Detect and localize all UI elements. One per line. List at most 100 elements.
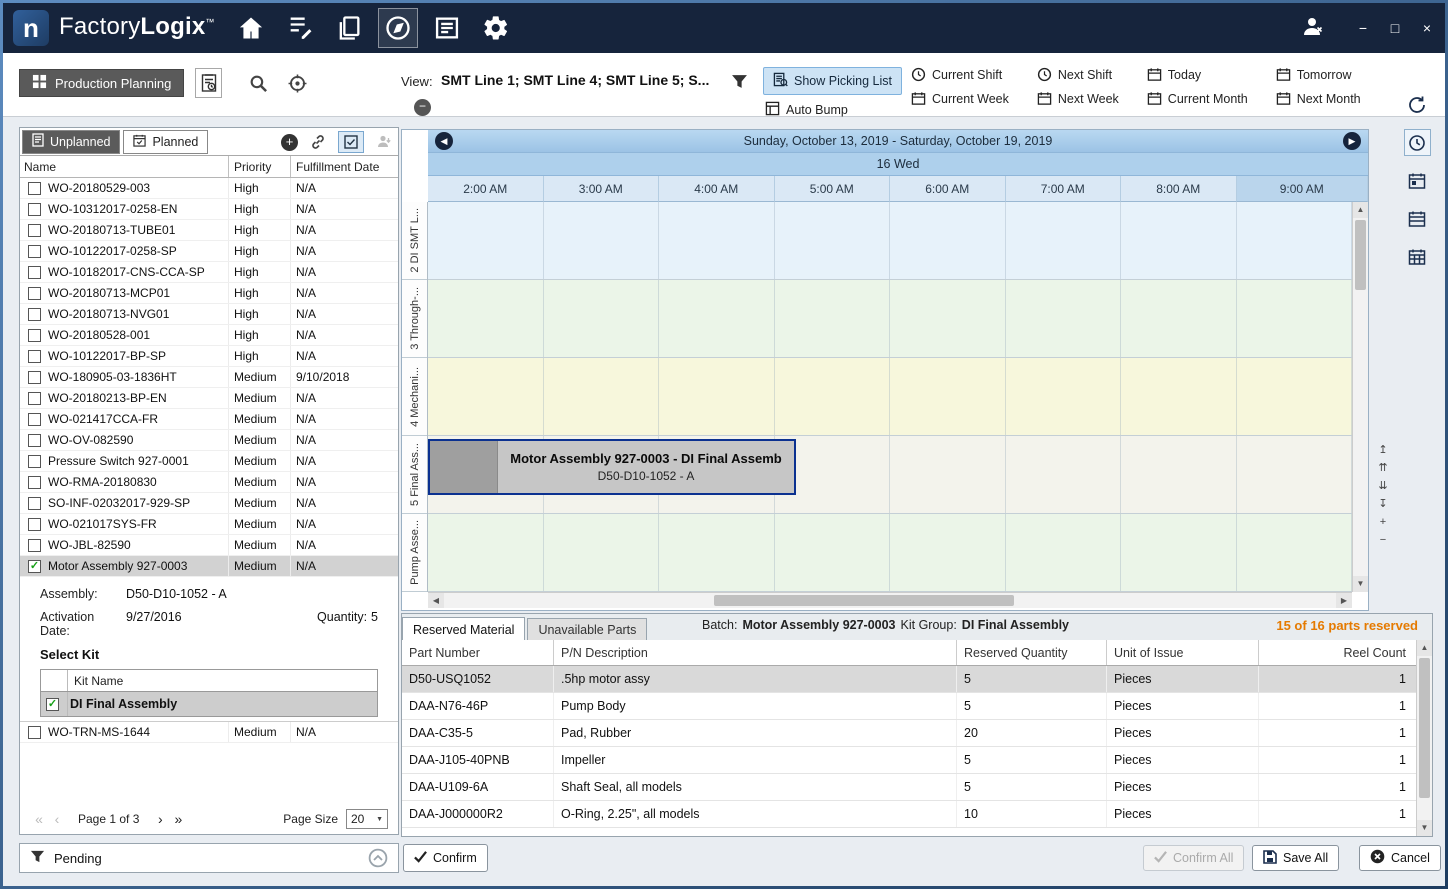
nav-documents-button[interactable] [329, 8, 369, 48]
workorder-row[interactable]: WO-RMA-20180830MediumN/A [20, 472, 398, 493]
range-button-tomorrow[interactable]: Tomorrow [1276, 67, 1361, 82]
range-button-next-shift[interactable]: Next Shift [1037, 67, 1119, 82]
confirm-button[interactable]: Confirm [403, 844, 488, 872]
add-work-order-button[interactable]: + [281, 134, 298, 151]
column-header-description[interactable]: P/N Description [554, 640, 957, 665]
minimize-button[interactable]: − [1355, 20, 1371, 36]
workorder-row[interactable]: Pressure Switch 927-0001MediumN/A [20, 451, 398, 472]
scheduler-cell[interactable] [1121, 280, 1237, 357]
workorder-row[interactable]: WO-20180713-NVG01HighN/A [20, 304, 398, 325]
workorder-row[interactable]: WO-OV-082590MediumN/A [20, 430, 398, 451]
tab-reserved-material[interactable]: Reserved Material [402, 617, 525, 640]
range-button-next-week[interactable]: Next Week [1037, 91, 1119, 106]
workorder-row[interactable]: WO-021417CCA-FRMediumN/A [20, 409, 398, 430]
workorder-checkbox[interactable] [28, 413, 41, 426]
range-button-current-shift[interactable]: Current Shift [911, 67, 1009, 82]
column-header-fulfillment-date[interactable]: Fulfillment Date [290, 156, 398, 177]
cancel-button[interactable]: Cancel [1359, 845, 1441, 871]
nav-reports-button[interactable] [427, 8, 467, 48]
workorder-checkbox[interactable]: ✓ [28, 560, 41, 573]
scheduler-cell[interactable] [544, 358, 660, 435]
column-header-reserved-quantity[interactable]: Reserved Quantity [957, 640, 1107, 665]
planning-board-button[interactable] [195, 68, 222, 98]
scheduler-cell[interactable] [775, 280, 891, 357]
scroll-up-button[interactable]: ▲ [1417, 640, 1432, 656]
workorder-checkbox[interactable] [28, 371, 41, 384]
workorder-checkbox[interactable] [28, 539, 41, 552]
scheduler-cell[interactable] [890, 436, 1006, 513]
workorder-checkbox[interactable] [28, 350, 41, 363]
workorder-row[interactable]: WO-10182017-CNS-CCA-SPHighN/A [20, 262, 398, 283]
workorder-checkbox[interactable] [28, 308, 41, 321]
week-view-button[interactable] [1404, 205, 1431, 232]
kit-row[interactable]: ✓DI Final Assembly [41, 692, 377, 716]
range-button-current-week[interactable]: Current Week [911, 91, 1009, 106]
workorder-checkbox[interactable] [28, 455, 41, 468]
workorder-checkbox[interactable] [28, 392, 41, 405]
scheduler-cell[interactable] [659, 514, 775, 591]
scheduler-cell[interactable] [1121, 202, 1237, 279]
workorder-checkbox[interactable] [28, 266, 41, 279]
confirm-all-button[interactable]: Confirm All [1143, 845, 1244, 871]
zoom-out-icon[interactable]: − [1380, 533, 1386, 548]
workorder-row[interactable]: WO-180905-03-1836HTMedium9/10/2018 [20, 367, 398, 388]
scroll-left-button[interactable]: ◀ [428, 593, 444, 608]
workorder-row[interactable]: WO-20180713-MCP01HighN/A [20, 283, 398, 304]
scheduler-cell[interactable] [544, 514, 660, 591]
view-filter-icon[interactable] [731, 73, 748, 95]
multi-select-button[interactable] [338, 131, 364, 153]
user-logoff-icon[interactable] [1301, 14, 1325, 43]
scheduler-cell[interactable] [775, 514, 891, 591]
parts-vertical-scrollbar[interactable]: ▲ ▼ [1416, 640, 1432, 836]
month-view-button[interactable] [1404, 243, 1431, 270]
scheduler-cell[interactable] [1237, 514, 1353, 591]
scroll-right-button[interactable]: ▶ [1336, 593, 1352, 608]
workorder-row[interactable]: WO-JBL-82590MediumN/A [20, 535, 398, 556]
range-button-current-month[interactable]: Current Month [1147, 91, 1248, 106]
previous-week-button[interactable]: ◀ [435, 132, 453, 150]
collapse-view-button[interactable]: − [414, 99, 431, 116]
workorder-checkbox[interactable] [28, 287, 41, 300]
part-row[interactable]: DAA-J000000R2O-Ring, 2.25", all models10… [402, 801, 1432, 828]
scheduler-cell[interactable] [775, 358, 891, 435]
next-page-button[interactable]: › [151, 811, 169, 827]
scheduler-cell[interactable] [1006, 514, 1122, 591]
scheduler-cell[interactable] [1006, 202, 1122, 279]
last-page-button[interactable]: » [169, 811, 187, 827]
part-row[interactable]: DAA-U109-6AShaft Seal, all models5Pieces… [402, 774, 1432, 801]
part-row[interactable]: DAA-N76-46PPump Body5Pieces1 [402, 693, 1432, 720]
scheduler-cell[interactable] [1237, 280, 1353, 357]
column-header-priority[interactable]: Priority [228, 156, 290, 177]
workorder-checkbox[interactable] [28, 203, 41, 216]
scheduler-cell[interactable] [544, 202, 660, 279]
workorder-checkbox[interactable] [28, 329, 41, 342]
workorder-checkbox[interactable] [28, 726, 41, 739]
scrollbar-track[interactable] [444, 593, 1336, 608]
rows-up-icon[interactable]: ⇈ [1378, 461, 1387, 476]
maximize-button[interactable]: □ [1387, 20, 1403, 36]
rows-down-icon[interactable]: ⇊ [1378, 479, 1387, 494]
part-row[interactable]: D50-USQ1052.5hp motor assy5Pieces1 [402, 666, 1432, 693]
scheduler-cell[interactable] [775, 202, 891, 279]
save-all-button[interactable]: Save All [1252, 845, 1339, 871]
workorder-row[interactable]: WO-10122017-0258-SPHighN/A [20, 241, 398, 262]
workorder-checkbox[interactable] [28, 245, 41, 258]
scheduler-cell[interactable] [890, 280, 1006, 357]
status-filter-bar[interactable]: Pending [19, 843, 399, 873]
scheduler-cell[interactable] [890, 358, 1006, 435]
workorder-checkbox[interactable] [28, 476, 41, 489]
scrollbar-thumb[interactable] [1419, 658, 1430, 798]
scheduler-cell[interactable] [428, 280, 544, 357]
column-header-part-number[interactable]: Part Number [402, 640, 554, 665]
range-button-today[interactable]: Today [1147, 67, 1248, 82]
scrollbar-thumb[interactable] [1355, 220, 1366, 290]
nav-work-instructions-button[interactable] [280, 8, 320, 48]
nav-settings-button[interactable] [476, 8, 516, 48]
production-planning-button[interactable]: Production Planning [19, 69, 184, 97]
page-size-select[interactable]: 20▼ [346, 809, 388, 829]
tab-planned[interactable]: Planned [123, 130, 208, 154]
workorder-checkbox[interactable] [28, 434, 41, 447]
column-header-reel-count[interactable]: Reel Count [1259, 640, 1416, 665]
workorder-row[interactable]: WO-10312017-0258-ENHighN/A [20, 199, 398, 220]
scheduler-cell[interactable] [1121, 358, 1237, 435]
